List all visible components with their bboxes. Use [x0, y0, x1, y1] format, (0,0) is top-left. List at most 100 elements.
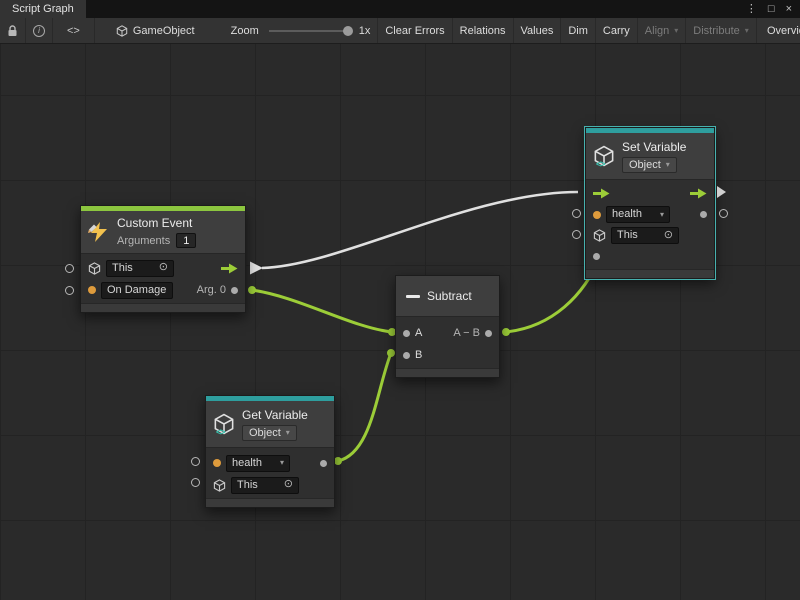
- tab-script-graph[interactable]: Script Graph: [0, 0, 86, 18]
- maximize-icon[interactable]: □: [768, 4, 775, 15]
- target-dropdown[interactable]: This ⊙: [611, 227, 679, 244]
- custom-event-body: This ⊙ On Damage Arg. 0: [81, 253, 245, 303]
- value-output-port[interactable]: [320, 460, 327, 467]
- node-subtract[interactable]: Subtract A A − B B: [395, 275, 500, 378]
- variable-name-dropdown[interactable]: health ▾: [606, 206, 670, 223]
- info-button[interactable]: i: [26, 18, 53, 43]
- value-input-port[interactable]: [593, 253, 600, 260]
- node-get-variable[interactable]: <> Get Variable Object ▾ health ▾: [205, 395, 335, 508]
- lock-icon: [7, 25, 18, 37]
- gameobject-label: GameObject: [133, 25, 195, 37]
- port-ring-custom-event-target[interactable]: [65, 264, 74, 273]
- code-icon: <>: [67, 25, 80, 37]
- arg-0-output-port[interactable]: [231, 287, 238, 294]
- arguments-label: Arguments: [117, 235, 170, 247]
- chevron-down-icon: ▾: [286, 428, 290, 437]
- event-name-port[interactable]: [88, 286, 96, 294]
- distribute-label: Distribute: [693, 25, 739, 37]
- port-ring-get-variable-name[interactable]: [191, 457, 200, 466]
- node-footer: [206, 498, 334, 507]
- node-set-variable[interactable]: <> Set Variable Object ▾: [585, 127, 715, 279]
- output-port[interactable]: [485, 330, 492, 337]
- zoom-slider[interactable]: [269, 30, 349, 32]
- wire-arg0-to-subtract-a[interactable]: [252, 290, 392, 332]
- value-output-port[interactable]: [700, 211, 707, 218]
- custom-event-icon: [88, 221, 110, 243]
- subtract-icon: [406, 295, 420, 298]
- menu-icon[interactable]: ⋮: [746, 4, 757, 15]
- get-variable-header[interactable]: <> Get Variable Object ▾: [206, 401, 334, 447]
- dim-label: Dim: [568, 25, 588, 37]
- flow-input-port[interactable]: [593, 188, 610, 199]
- variable-name-port[interactable]: [213, 459, 221, 467]
- variable-brackets-icon: <>: [596, 159, 605, 169]
- variable-scope-dropdown[interactable]: Object ▾: [242, 425, 297, 441]
- align-button: Align ▾: [638, 18, 686, 43]
- wire-getvariable-to-subtract-b[interactable]: [338, 353, 391, 461]
- target-row: This ⊙: [81, 257, 245, 279]
- target-dropdown[interactable]: This ⊙: [106, 260, 174, 277]
- node-custom-event[interactable]: Custom Event Arguments 1 This ⊙: [80, 205, 246, 313]
- node-title: Set Variable: [622, 140, 686, 154]
- subtract-header[interactable]: Subtract: [396, 276, 499, 316]
- chevron-down-icon: ▾: [280, 458, 284, 467]
- port-ring-custom-event-name[interactable]: [65, 286, 74, 295]
- lock-button[interactable]: [0, 18, 26, 43]
- values-button[interactable]: Values: [514, 18, 562, 43]
- zoom-value: 1x: [359, 25, 371, 37]
- output-label: A − B: [453, 327, 480, 339]
- align-label: Align: [645, 25, 669, 37]
- set-variable-flow-out-indicator[interactable]: [717, 186, 726, 198]
- input-b-port[interactable]: [403, 352, 410, 359]
- wire-endpoint: [334, 457, 342, 465]
- wire-flow-custom-event-to-set-variable[interactable]: [262, 192, 578, 268]
- zoom-label: Zoom: [231, 25, 259, 37]
- overview-button[interactable]: Overview: [760, 18, 800, 43]
- object-picker-icon[interactable]: ⊙: [284, 479, 293, 490]
- port-ring-set-variable-name[interactable]: [572, 209, 581, 218]
- code-view-button[interactable]: <>: [53, 18, 95, 43]
- gameobject-icon: [116, 25, 128, 37]
- input-b-label: B: [415, 349, 422, 361]
- input-a-port[interactable]: [403, 330, 410, 337]
- chevron-down-icon: ▾: [745, 26, 749, 35]
- carry-button[interactable]: Carry: [596, 18, 638, 43]
- toolbar-spacer: [95, 18, 109, 43]
- wire-endpoint: [248, 286, 256, 294]
- variable-scope-dropdown[interactable]: Object ▾: [622, 157, 677, 173]
- custom-event-header[interactable]: Custom Event Arguments 1: [81, 211, 245, 253]
- overview-label: Overview: [767, 25, 800, 37]
- variable-name-dropdown[interactable]: health ▾: [226, 455, 290, 472]
- set-variable-body: health ▾ This ⊙: [586, 179, 714, 269]
- object-picker-icon[interactable]: ⊙: [159, 262, 168, 273]
- clear-errors-button[interactable]: Clear Errors: [378, 18, 452, 43]
- variable-name-port[interactable]: [593, 211, 601, 219]
- flow-output-port[interactable]: [690, 188, 707, 199]
- graph-canvas[interactable]: Custom Event Arguments 1 This ⊙: [0, 44, 800, 600]
- variable-cube-icon: <>: [593, 145, 615, 167]
- scope-value: Object: [629, 159, 661, 171]
- target-row: This ⊙: [586, 225, 714, 246]
- get-variable-body: health ▾ This ⊙: [206, 447, 334, 498]
- set-variable-header[interactable]: <> Set Variable Object ▾: [586, 133, 714, 179]
- distribute-button: Distribute ▾: [686, 18, 756, 43]
- flow-row: [586, 183, 714, 204]
- variable-name-value: health: [612, 208, 642, 220]
- arguments-field[interactable]: 1: [176, 233, 196, 248]
- close-icon[interactable]: ×: [786, 4, 792, 15]
- gameobject-selector[interactable]: GameObject: [109, 18, 202, 43]
- event-name-field[interactable]: On Damage: [101, 282, 173, 299]
- port-ring-set-variable-target[interactable]: [572, 230, 581, 239]
- port-ring-get-variable-target[interactable]: [191, 478, 200, 487]
- dim-button[interactable]: Dim: [561, 18, 596, 43]
- flow-output-port[interactable]: [221, 263, 238, 274]
- clear-errors-label: Clear Errors: [385, 25, 444, 37]
- value-input-row: [586, 246, 714, 267]
- variable-name-row: health ▾: [206, 452, 334, 474]
- object-picker-icon[interactable]: ⊙: [664, 230, 673, 241]
- relations-button[interactable]: Relations: [453, 18, 514, 43]
- target-dropdown[interactable]: This ⊙: [231, 477, 299, 494]
- port-ring-set-variable-output[interactable]: [719, 209, 728, 218]
- target-value: This: [237, 479, 258, 491]
- zoom-slider-handle[interactable]: [343, 26, 353, 36]
